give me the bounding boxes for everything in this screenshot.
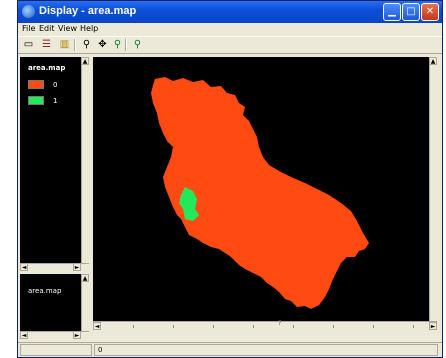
- status-cell-empty: [20, 344, 92, 356]
- menu-file[interactable]: File: [22, 24, 35, 33]
- legend-horizontal-scrollbar[interactable]: ◄ ►: [20, 263, 89, 272]
- pan-icon[interactable]: ✥: [96, 39, 109, 51]
- legend-swatch-0: [28, 80, 44, 89]
- scroll-left-icon[interactable]: ◄: [20, 331, 28, 339]
- legend-pane: area.map 0 1: [20, 57, 89, 271]
- ruler-tick: [333, 325, 334, 328]
- status-value: 0: [94, 344, 438, 356]
- close-icon: ✕: [425, 6, 435, 17]
- window-layout-icon[interactable]: ▭: [22, 39, 35, 51]
- ruler-tick: [253, 325, 254, 328]
- ruler-tick: [133, 325, 134, 328]
- title-bar[interactable]: Display - area.map ▁ □ ✕: [18, 1, 442, 23]
- maximize-icon: □: [406, 6, 416, 17]
- toolbar-separator: [125, 39, 127, 51]
- scroll-left-icon[interactable]: ◄: [93, 322, 101, 330]
- menu-help[interactable]: Help: [80, 24, 98, 33]
- map-canvas[interactable]: [93, 57, 437, 321]
- scroll-left-icon[interactable]: ◄: [20, 263, 28, 271]
- info-vertical-scrollbar[interactable]: ▲: [81, 274, 89, 334]
- ruler-label: ?: [278, 319, 282, 327]
- info-horizontal-scrollbar[interactable]: ◄ ►: [20, 331, 89, 340]
- minimize-icon: ▁: [388, 6, 396, 17]
- scroll-up-icon[interactable]: ▲: [81, 274, 89, 282]
- legend-title: area.map: [28, 64, 66, 72]
- scroll-right-icon[interactable]: ►: [73, 263, 81, 271]
- close-button[interactable]: ✕: [421, 3, 439, 21]
- display-window: Display - area.map ▁ □ ✕ File Edit View …: [17, 0, 443, 358]
- maximize-button[interactable]: □: [402, 3, 420, 21]
- zoom-in-icon[interactable]: ⚲: [111, 39, 124, 51]
- ruler-tick: [413, 325, 414, 328]
- legend-label-1: 1: [53, 97, 58, 105]
- map-vertical-scrollbar[interactable]: ▲: [429, 57, 437, 321]
- scroll-right-icon[interactable]: ►: [429, 322, 437, 330]
- menu-view[interactable]: View: [58, 24, 77, 33]
- ruler-tick: [213, 325, 214, 328]
- scroll-up-icon[interactable]: ▲: [81, 57, 89, 65]
- ruler-tick: [293, 325, 294, 328]
- scroll-up-icon[interactable]: ▲: [429, 57, 437, 65]
- ruler-tick: [373, 325, 374, 328]
- legend-swatch-1: [28, 96, 44, 105]
- legend-icon[interactable]: ☰: [40, 39, 53, 51]
- app-icon: [22, 5, 35, 18]
- attributes-icon[interactable]: ▥: [58, 39, 71, 51]
- legend-label-0: 0: [53, 81, 58, 89]
- legend-vertical-scrollbar[interactable]: ▲: [81, 57, 89, 271]
- zoom-window-icon[interactable]: ⚲: [80, 39, 93, 51]
- window-title: Display - area.map: [39, 5, 137, 17]
- toolbar: ▭ ☰ ▥ ⚲ ✥ ⚲ ⚲: [18, 36, 442, 54]
- menu-bar: File Edit View Help: [18, 23, 442, 36]
- status-bar: 0: [18, 342, 442, 357]
- map-ruler: ◄ ? ►: [93, 319, 437, 331]
- info-pane: area.map: [20, 274, 89, 334]
- menu-edit[interactable]: Edit: [39, 24, 55, 33]
- zoom-out-icon[interactable]: ⚲: [131, 39, 144, 51]
- scroll-right-icon[interactable]: ►: [73, 331, 81, 339]
- toolbar-separator: [74, 39, 76, 51]
- info-label: area.map: [28, 287, 62, 295]
- ruler-tick: [173, 325, 174, 328]
- minimize-button[interactable]: ▁: [383, 3, 401, 21]
- map-svg: [151, 77, 369, 309]
